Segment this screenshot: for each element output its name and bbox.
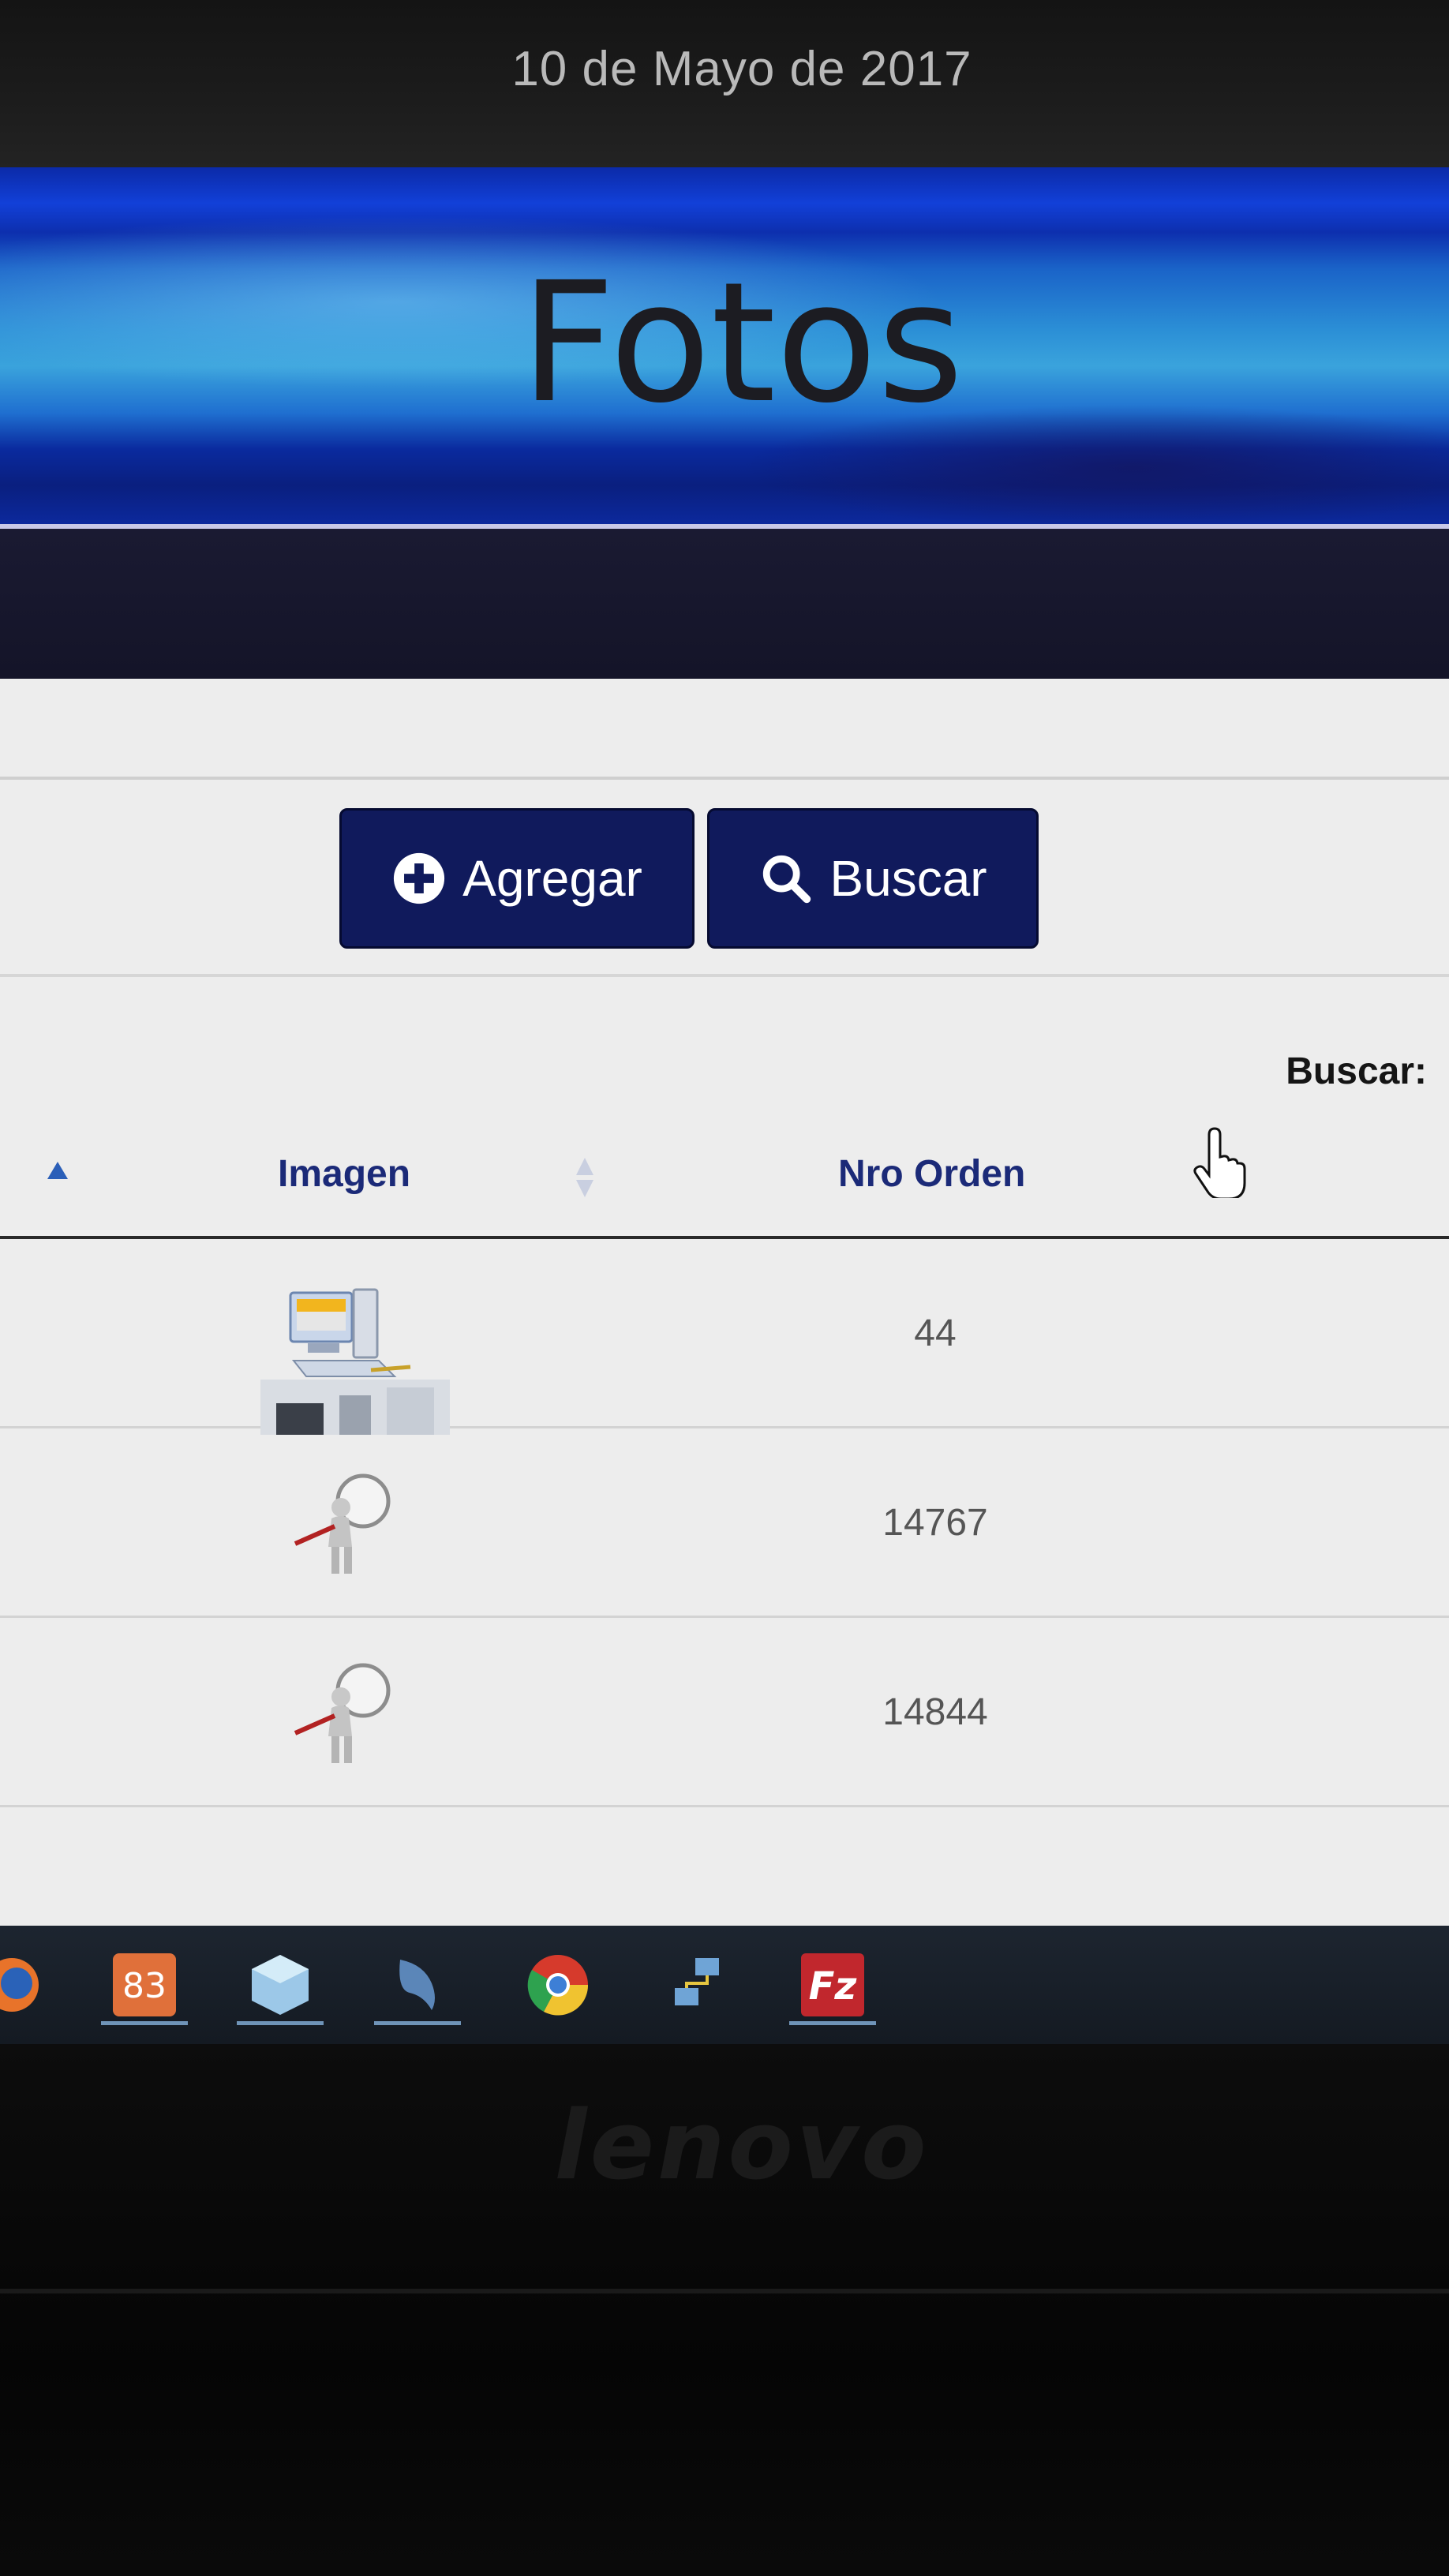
svg-text:Fz: Fz [809,1964,858,2009]
network-icon[interactable] [653,1949,740,2020]
top-bar: 10 de Mayo de 2017 [0,0,1449,167]
table-search-label: Buscar: [1286,1050,1427,1092]
svg-text:83: 83 [122,1966,167,2006]
taskbar: 83 Fz [0,1926,1449,2044]
order-number: 14767 [882,1502,988,1544]
chrome-icon[interactable] [515,1949,601,2020]
divider [0,777,1449,780]
date-label: 10 de Mayo de 2017 [511,42,972,96]
virtualbox-icon[interactable] [237,1949,324,2025]
sort-asc-icon[interactable] [46,1160,69,1181]
order-number: 14844 [882,1691,988,1733]
search-button-label: Buscar [829,850,987,907]
add-button[interactable]: Agregar [339,808,695,949]
magnifier-figure-icon [294,1663,391,1763]
filezilla-icon[interactable]: Fz [789,1949,876,2025]
banner-divider [0,524,1449,529]
table-row[interactable]: 44 [0,1239,1449,1428]
page-title: Fotos [519,246,964,440]
search-icon [763,855,811,904]
photo-thumbnail [260,1380,450,1435]
order-number: 44 [914,1312,957,1354]
mysql-workbench-icon[interactable] [374,1949,461,2025]
bezel-edge [0,2289,1449,2293]
table-row[interactable]: 14767 [0,1428,1449,1618]
hand-cursor-icon [1193,1127,1246,1198]
column-header-imagen[interactable]: Imagen [278,1152,410,1196]
sort-both-icon[interactable] [575,1156,595,1199]
firefox-icon[interactable] [0,1949,55,2020]
xampp-icon[interactable]: 83 [101,1949,188,2025]
brand-logo: lenovo [554,2091,930,2201]
nav-bar [0,529,1449,679]
search-button[interactable]: Buscar [707,808,1039,949]
main-content: Agregar Buscar Buscar: Imagen Nro Orden [0,679,1449,2576]
column-header-nro-orden[interactable]: Nro Orden [838,1152,1025,1196]
laptop-bezel: lenovo [0,2044,1449,2576]
magnifier-figure-icon [294,1473,391,1574]
header-banner: Fotos [0,167,1449,529]
table-row[interactable]: 14844 [0,1618,1449,1807]
add-button-label: Agregar [462,850,642,907]
plus-circle-icon [394,852,445,904]
divider [0,974,1449,977]
